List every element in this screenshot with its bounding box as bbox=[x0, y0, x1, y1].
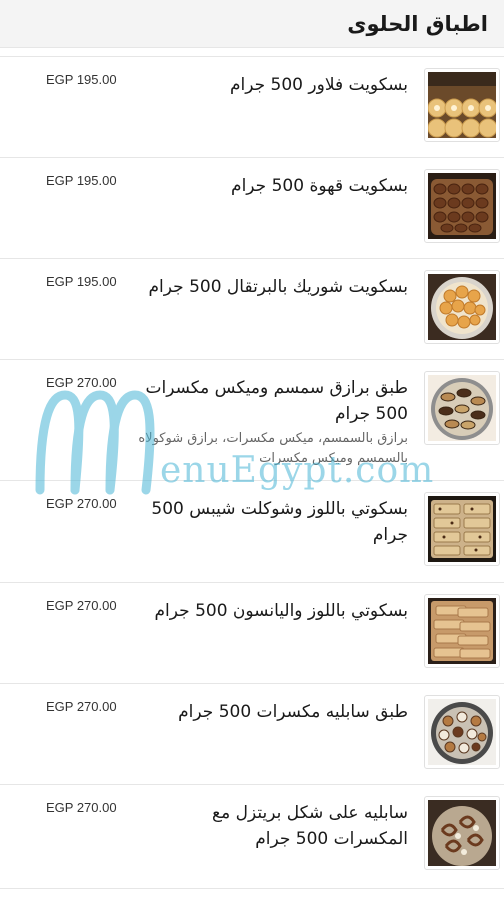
menu-list: بسكويت فلاور 500 جرام EGP 195.00 بسكويت … bbox=[0, 56, 504, 889]
category-title: اطباق الحلوى bbox=[347, 11, 488, 36]
menu-item[interactable]: طبق برازق سمسم وميكس مكسرات 500 جرام برا… bbox=[0, 360, 504, 481]
item-name: بسكوتي باللوز واليانسون 500 جرام bbox=[154, 601, 408, 621]
item-description: برازق بالسمسم، ميكس مكسرات، برازق شوكولا… bbox=[138, 431, 408, 466]
item-price: EGP 195.00 bbox=[46, 173, 117, 188]
item-thumbnail[interactable] bbox=[424, 796, 500, 870]
category-header: اطباق الحلوى bbox=[0, 0, 504, 48]
item-thumbnail[interactable] bbox=[424, 695, 500, 769]
sable-pretzel-photo-icon bbox=[428, 800, 496, 866]
item-thumbnail[interactable] bbox=[424, 594, 500, 668]
item-thumbnail[interactable] bbox=[424, 270, 500, 344]
biscuit-flower-photo-icon bbox=[428, 72, 496, 138]
menu-item[interactable]: بسكويت قهوة 500 جرام EGP 195.00 bbox=[0, 158, 504, 259]
menu-item[interactable]: بسكوتي باللوز واليانسون 500 جرام EGP 270… bbox=[0, 583, 504, 684]
item-thumbnail[interactable] bbox=[424, 169, 500, 243]
item-price: EGP 270.00 bbox=[46, 496, 117, 511]
item-price: EGP 270.00 bbox=[46, 800, 117, 815]
item-price: EGP 270.00 bbox=[46, 375, 117, 390]
item-name: طبق سابليه مكسرات 500 جرام bbox=[178, 702, 408, 722]
biscotti-anise-photo-icon bbox=[428, 598, 496, 664]
item-name: بسكويت فلاور 500 جرام bbox=[230, 75, 408, 95]
biscotti-chocolate-photo-icon bbox=[428, 496, 496, 562]
item-price: EGP 195.00 bbox=[46, 274, 117, 289]
item-name: بسكويت قهوة 500 جرام bbox=[231, 176, 408, 196]
item-name: بسكوتي باللوز وشوكلت شيبس 500 جرام bbox=[151, 499, 408, 545]
biscuit-orange-photo-icon bbox=[428, 274, 496, 340]
item-name: طبق برازق سمسم وميكس مكسرات 500 جرام bbox=[145, 378, 408, 424]
menu-item[interactable]: سابليه على شكل بريتزل مع المكسرات 500 جر… bbox=[0, 785, 504, 889]
item-thumbnail[interactable] bbox=[424, 68, 500, 142]
menu-item[interactable]: بسكويت فلاور 500 جرام EGP 195.00 bbox=[0, 57, 504, 158]
sable-nuts-plate-photo-icon bbox=[428, 699, 496, 765]
barazek-plate-photo-icon bbox=[428, 375, 496, 441]
menu-item[interactable]: بسكوتي باللوز وشوكلت شيبس 500 جرام EGP 2… bbox=[0, 481, 504, 583]
item-price: EGP 195.00 bbox=[46, 72, 117, 87]
item-name: بسكويت شوريك بالبرتقال 500 جرام bbox=[148, 277, 408, 297]
item-price: EGP 270.00 bbox=[46, 699, 117, 714]
item-price: EGP 270.00 bbox=[46, 598, 117, 613]
item-thumbnail[interactable] bbox=[424, 492, 500, 566]
biscuit-coffee-photo-icon bbox=[428, 173, 496, 239]
menu-item[interactable]: طبق سابليه مكسرات 500 جرام EGP 270.00 bbox=[0, 684, 504, 785]
item-thumbnail[interactable] bbox=[424, 371, 500, 445]
item-name: سابليه على شكل بريتزل مع المكسرات 500 جر… bbox=[212, 803, 408, 849]
menu-item[interactable]: بسكويت شوريك بالبرتقال 500 جرام EGP 195.… bbox=[0, 259, 504, 360]
